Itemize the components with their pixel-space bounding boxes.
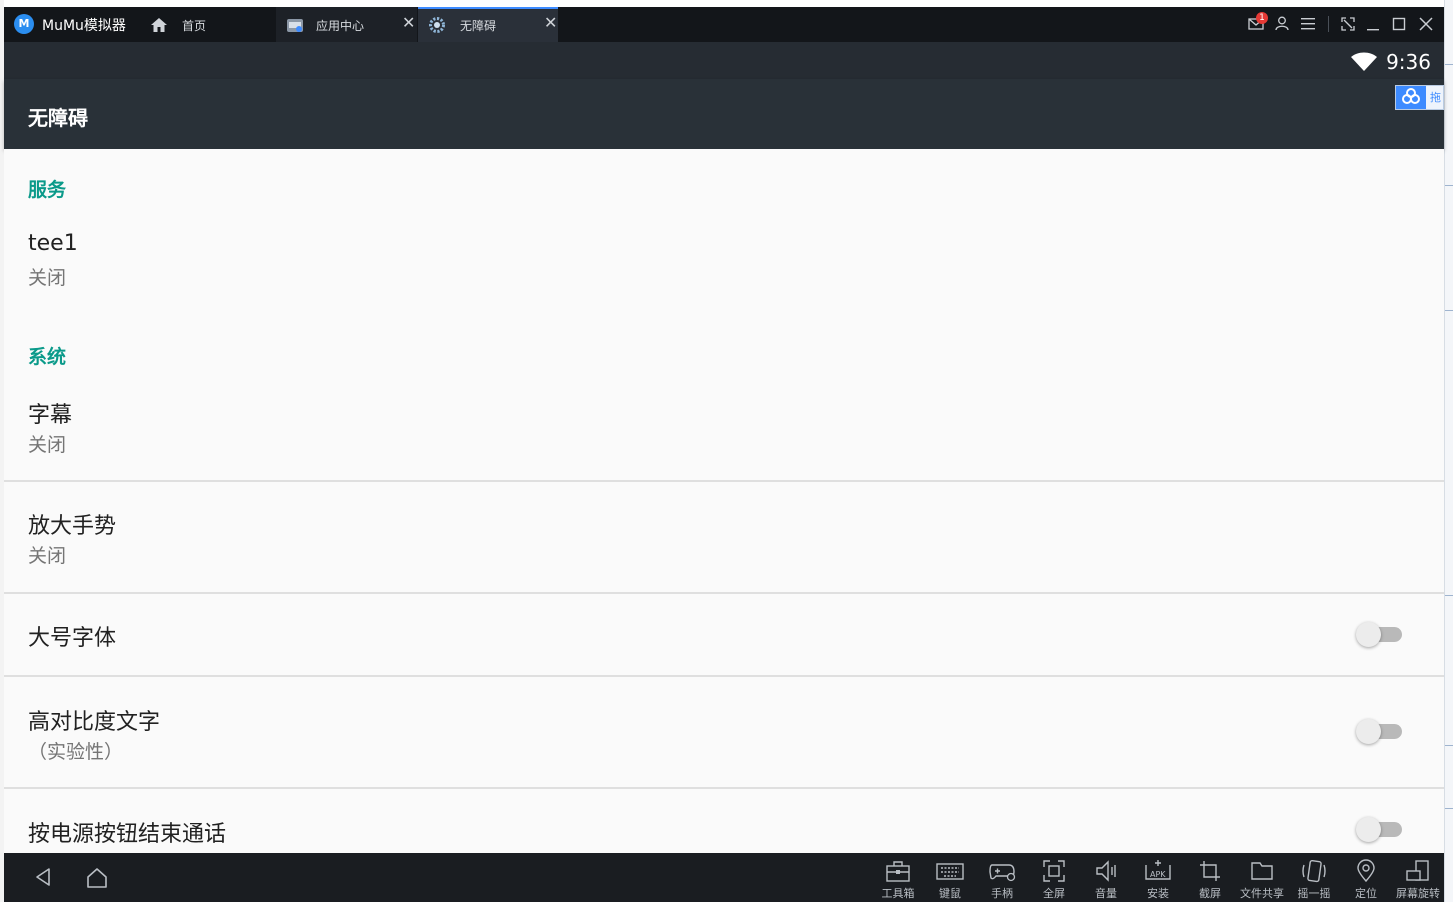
minimize-icon[interactable]	[1366, 17, 1380, 31]
item-status: 关闭	[28, 267, 67, 289]
toolbar-location[interactable]: 定位	[1340, 856, 1392, 902]
toolbar-shake[interactable]: 摇一摇	[1288, 856, 1340, 902]
toolbar-fullscreen[interactable]: 全屏	[1028, 856, 1080, 902]
tab-app-center-label: 应用中心	[316, 19, 365, 33]
mumu-logo-icon: M	[14, 14, 34, 34]
home-icon	[151, 18, 167, 32]
toolbar-apk-install[interactable]: APK 安装	[1132, 856, 1184, 902]
tab-home[interactable]: 首页	[142, 7, 274, 42]
toolbar-screenshot[interactable]: 截屏	[1184, 856, 1236, 902]
toolbar-label: 键鼠	[939, 887, 961, 900]
toolbar-label: 音量	[1095, 887, 1117, 900]
back-icon[interactable]	[34, 867, 52, 887]
list-item-power-end-call[interactable]: 按电源按钮结束通话	[4, 789, 1444, 853]
side-widget-text: 拖	[1430, 91, 1441, 104]
keyboard-icon	[936, 863, 964, 880]
app-center-icon	[287, 19, 303, 32]
toolbar-label: 截屏	[1199, 887, 1221, 900]
desktop-edge-right	[1444, 0, 1453, 902]
item-title: tee1	[28, 231, 78, 256]
item-title: 字幕	[28, 403, 73, 428]
titlebar-separator	[1328, 16, 1329, 32]
list-item-captions[interactable]: 字幕 关闭	[4, 389, 1444, 479]
svg-text:APK: APK	[1150, 870, 1166, 879]
item-title: 大号字体	[28, 626, 117, 651]
section-header-services: 服务	[28, 179, 67, 201]
high-contrast-toggle[interactable]	[1356, 719, 1404, 744]
toolbar-label: 工具箱	[881, 887, 915, 900]
tab-app-center[interactable]: 应用中心 ✕	[276, 7, 417, 42]
item-title: 高对比度文字	[28, 710, 161, 735]
item-title: 按电源按钮结束通话	[28, 822, 227, 847]
list-item-magnification[interactable]: 放大手势 关闭	[4, 482, 1444, 592]
item-title: 放大手势	[28, 514, 117, 539]
close-icon[interactable]	[1419, 17, 1433, 31]
toolbar-label: 屏幕旋转	[1396, 887, 1440, 900]
toggle-thumb	[1356, 719, 1381, 744]
list-item-tee1[interactable]: tee1 关闭	[4, 221, 1444, 301]
toolbar-rotate[interactable]: 屏幕旋转	[1392, 856, 1444, 902]
toolbar-gamepad[interactable]: 手柄	[976, 856, 1028, 902]
toggle-thumb	[1356, 622, 1381, 647]
rotate-icon	[1406, 860, 1429, 881]
tab-accessibility[interactable]: 无障碍 ✕	[418, 7, 558, 42]
tab-accessibility-label: 无障碍	[460, 19, 497, 33]
list-item-large-text[interactable]: 大号字体	[4, 594, 1444, 675]
toolbox-icon	[886, 861, 910, 882]
tab-home-label: 首页	[182, 19, 207, 33]
status-clock: 9:36	[1386, 50, 1431, 74]
item-status: 关闭	[28, 545, 67, 567]
close-tab-accessibility-icon[interactable]: ✕	[544, 13, 557, 32]
toolbar-volume[interactable]: 音量	[1080, 856, 1132, 902]
item-status: 关闭	[28, 434, 67, 456]
shake-icon	[1302, 859, 1326, 883]
settings-actionbar: 无障碍	[4, 79, 1444, 149]
side-floating-widget[interactable]: 拖	[1395, 85, 1444, 110]
toolbar-toolbox[interactable]: 工具箱	[872, 856, 924, 902]
toolbar-label: 摇一摇	[1297, 887, 1331, 900]
page-title: 无障碍	[28, 106, 88, 130]
wifi-icon	[1351, 52, 1377, 71]
cloud-icon[interactable]	[1396, 86, 1426, 109]
toggle-thumb	[1356, 817, 1381, 842]
emulator-bottom-toolbar: 工具箱 键鼠 手柄 全屏 音量 APK 安装 截屏 文件共享 摇一摇 定位 屏幕…	[4, 853, 1444, 902]
home-nav-icon[interactable]	[86, 867, 108, 889]
item-subtitle: （实验性）	[28, 741, 124, 763]
toolbar-label: 文件共享	[1240, 887, 1284, 900]
close-tab-app-center-icon[interactable]: ✕	[402, 13, 415, 32]
app-name: MuMu模拟器	[42, 18, 126, 34]
notification-badge: 1	[1256, 12, 1268, 24]
toolbar-keyboard-mouse[interactable]: 键鼠	[924, 856, 976, 902]
shrink-icon[interactable]	[1341, 17, 1355, 31]
power-end-call-toggle[interactable]	[1356, 817, 1404, 842]
toolbar-label: 定位	[1355, 887, 1377, 900]
accessibility-settings-list: 服务 tee1 关闭 系统 字幕 关闭 放大手势 关闭 大号字体 高对比度文字 …	[4, 149, 1444, 853]
list-item-high-contrast[interactable]: 高对比度文字 （实验性）	[4, 677, 1444, 787]
menu-icon[interactable]	[1301, 17, 1315, 30]
toolbar-label: 全屏	[1043, 887, 1065, 900]
settings-gear-icon	[429, 17, 445, 33]
apk-install-icon: APK	[1145, 860, 1171, 880]
android-statusbar: 9:36	[4, 42, 1444, 79]
screenshot-icon	[1200, 861, 1220, 881]
user-icon[interactable]	[1275, 16, 1289, 31]
section-header-system: 系统	[28, 346, 67, 368]
emulator-titlebar: M MuMu模拟器 首页 应用中心 ✕ 无障碍 ✕ 1	[4, 7, 1444, 42]
folder-share-icon	[1251, 862, 1273, 880]
location-icon	[1357, 859, 1375, 883]
toolbar-label: 手柄	[991, 887, 1013, 900]
toolbar-file-share[interactable]: 文件共享	[1236, 856, 1288, 902]
gamepad-icon	[989, 864, 1016, 882]
fullscreen-icon	[1043, 860, 1065, 882]
volume-icon	[1096, 860, 1116, 882]
toolbar-label: 安装	[1147, 887, 1169, 900]
large-text-toggle[interactable]	[1356, 622, 1404, 647]
maximize-icon[interactable]	[1392, 17, 1406, 31]
